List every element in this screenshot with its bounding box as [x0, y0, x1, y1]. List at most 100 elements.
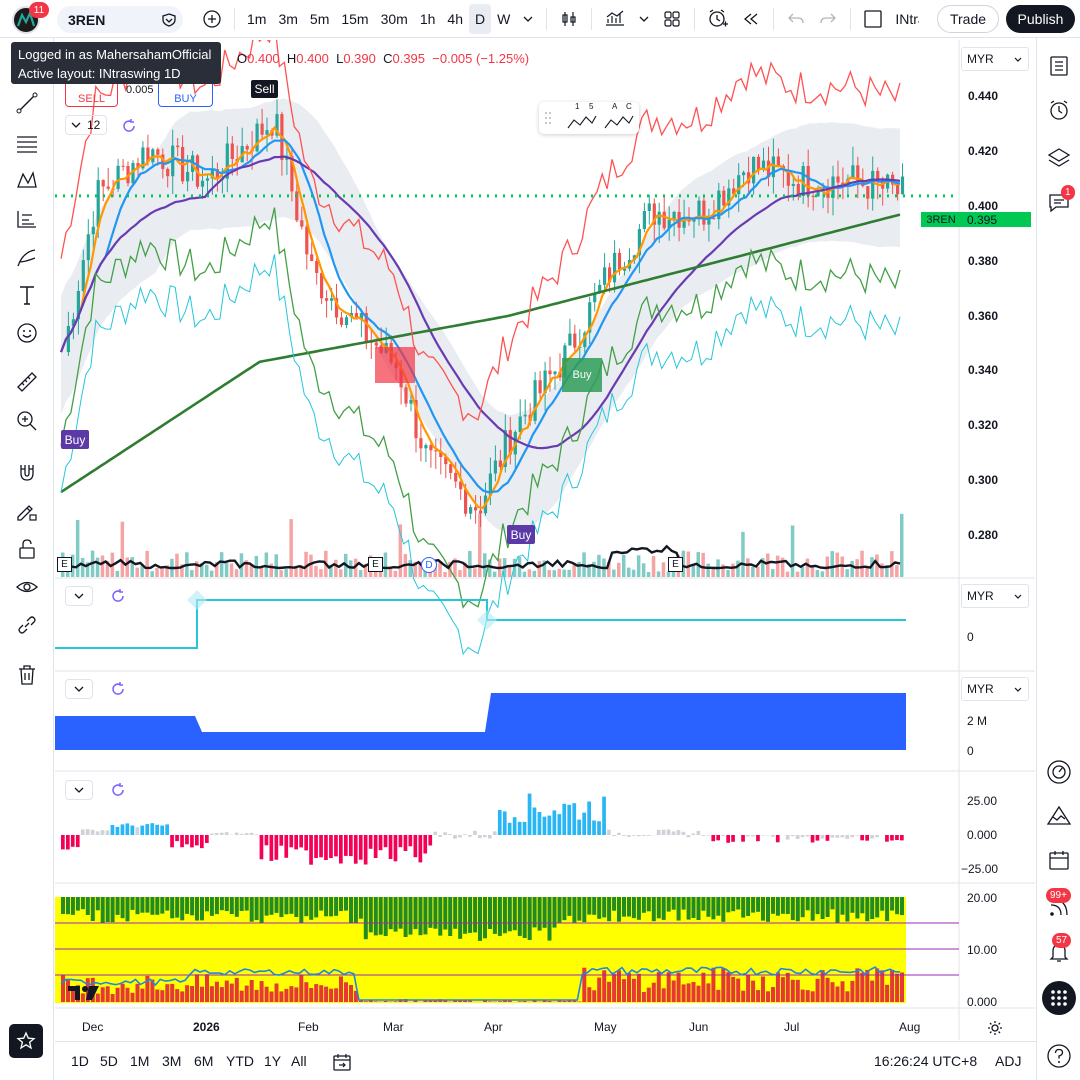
indicators-button[interactable]: [598, 4, 632, 34]
pane-collapse-button[interactable]: [65, 679, 93, 699]
volume-bar: [790, 525, 795, 577]
range-6m[interactable]: 6M: [194, 1053, 213, 1069]
range-5d[interactable]: 5D: [100, 1053, 118, 1069]
range-1d[interactable]: 1D: [71, 1053, 89, 1069]
candle-body: [320, 273, 324, 299]
replay-button[interactable]: [735, 4, 767, 34]
dmi-minus-bar: [676, 972, 681, 1002]
range-ytd[interactable]: YTD: [226, 1053, 254, 1069]
interval-30m[interactable]: 30m: [375, 4, 414, 34]
fib-tool[interactable]: [14, 131, 40, 157]
alerts-button[interactable]: [1045, 96, 1073, 124]
hotlists-button[interactable]: [1045, 802, 1073, 830]
wave-tool-widget[interactable]: 1 5 A C: [539, 102, 639, 134]
alert-button[interactable]: [701, 4, 735, 34]
pattern-tool[interactable]: [14, 168, 40, 194]
dividend-marker[interactable]: D: [421, 557, 437, 573]
adjust-toggle[interactable]: ADJ: [995, 1053, 1021, 1069]
remove-drawings-tool[interactable]: [14, 662, 40, 688]
candle-body: [752, 156, 756, 184]
undo-button[interactable]: [780, 4, 812, 34]
interval-5m[interactable]: 5m: [304, 4, 335, 34]
interval-4h[interactable]: 4h: [441, 4, 469, 34]
dmi-plus-bar: [870, 897, 875, 919]
range-all[interactable]: All: [291, 1053, 307, 1069]
projection-tool[interactable]: [14, 206, 40, 232]
earnings-marker[interactable]: E: [368, 557, 383, 572]
layout-grid-button[interactable]: [656, 4, 688, 34]
refresh-icon[interactable]: [110, 681, 126, 697]
compare-symbol-button[interactable]: [196, 4, 228, 34]
interval-1h[interactable]: 1h: [414, 4, 442, 34]
refresh-icon[interactable]: [121, 118, 137, 134]
drag-handle-icon[interactable]: [544, 110, 552, 126]
sell-signal-marker[interactable]: Sell: [251, 80, 278, 98]
interval-3m[interactable]: 3m: [272, 4, 303, 34]
lock-drawings-tool[interactable]: [14, 536, 40, 562]
interval-w[interactable]: W: [491, 4, 516, 34]
emoji-tool[interactable]: [14, 320, 40, 346]
buy-button[interactable]: BUY: [158, 80, 213, 107]
step-marker[interactable]: [187, 590, 207, 610]
buy-signal-box[interactable]: Buy: [562, 358, 602, 392]
rewind-icon: [744, 13, 758, 25]
calendar-range-icon[interactable]: [332, 1052, 352, 1072]
redo-button[interactable]: [812, 4, 844, 34]
zoom-tool[interactable]: [14, 408, 40, 434]
range-3m[interactable]: 3M: [162, 1053, 181, 1069]
interval-dropdown[interactable]: [516, 4, 540, 34]
object-tree-button[interactable]: [1045, 144, 1073, 172]
interval-15m[interactable]: 15m: [335, 4, 374, 34]
pane-collapse-button[interactable]: [65, 780, 93, 800]
watchlist-button[interactable]: [1045, 52, 1073, 80]
interval-1m[interactable]: 1m: [241, 4, 272, 34]
favorites-button[interactable]: [9, 1024, 43, 1058]
calendar-button[interactable]: [1045, 846, 1073, 874]
dmi-plus-bar: [403, 897, 408, 937]
layout-name[interactable]: INtra: [889, 4, 919, 34]
pane-collapse-button[interactable]: [65, 586, 93, 606]
drawing-mode-tool[interactable]: [14, 498, 40, 524]
range-1m[interactable]: 1M: [130, 1053, 149, 1069]
trend-line-tool[interactable]: [14, 90, 40, 116]
refresh-icon[interactable]: [110, 782, 126, 798]
sync-drawings-tool[interactable]: [14, 612, 40, 638]
buy-signal-marker[interactable]: Buy: [507, 525, 535, 544]
volume-bar: [458, 570, 462, 577]
chart-type-button[interactable]: [553, 4, 585, 34]
help-button[interactable]: [1045, 1042, 1073, 1070]
publish-button[interactable]: Publish: [1006, 5, 1075, 33]
indicators-dropdown[interactable]: [632, 4, 656, 34]
volume-bar: [845, 569, 849, 577]
data-window-button[interactable]: [1045, 758, 1073, 786]
interval-d[interactable]: D: [468, 4, 492, 34]
sell-signal-box[interactable]: [375, 347, 415, 383]
symbol-search[interactable]: 3REN: [57, 6, 183, 33]
chart-area[interactable]: O0.400 H0.400 L0.390 C0.395 −0.005 (−1.2…: [55, 40, 1035, 1040]
currency-selector[interactable]: MYR: [961, 584, 1029, 608]
magnet-tool[interactable]: [14, 460, 40, 486]
indicators-collapse-button[interactable]: 12: [65, 115, 107, 135]
hide-drawings-tool[interactable]: [14, 574, 40, 600]
text-tool[interactable]: [14, 282, 40, 308]
fib-retracement-icon: [17, 136, 37, 153]
currency-selector[interactable]: MYR: [961, 47, 1029, 71]
products-menu-button[interactable]: [1042, 981, 1076, 1015]
buy-signal-marker[interactable]: Buy: [61, 430, 89, 449]
earnings-marker[interactable]: E: [57, 557, 72, 572]
histogram-bar: [527, 793, 532, 835]
volume-bar: [711, 568, 715, 577]
step-marker[interactable]: [477, 610, 497, 630]
settings-gear-icon[interactable]: [987, 1020, 1003, 1036]
dmi-minus-bar: [860, 972, 865, 1002]
layout-select-checkbox[interactable]: [857, 4, 889, 34]
earnings-marker[interactable]: E: [668, 557, 683, 572]
measure-tool[interactable]: [14, 369, 40, 395]
refresh-icon[interactable]: [110, 588, 126, 604]
sell-button[interactable]: SELL: [65, 80, 118, 107]
trade-button[interactable]: Trade: [937, 5, 999, 33]
currency-selector[interactable]: MYR: [961, 677, 1029, 701]
brush-tool[interactable]: [14, 245, 40, 271]
range-1y[interactable]: 1Y: [264, 1053, 281, 1069]
clock[interactable]: 16:26:24 UTC+8: [874, 1053, 977, 1069]
